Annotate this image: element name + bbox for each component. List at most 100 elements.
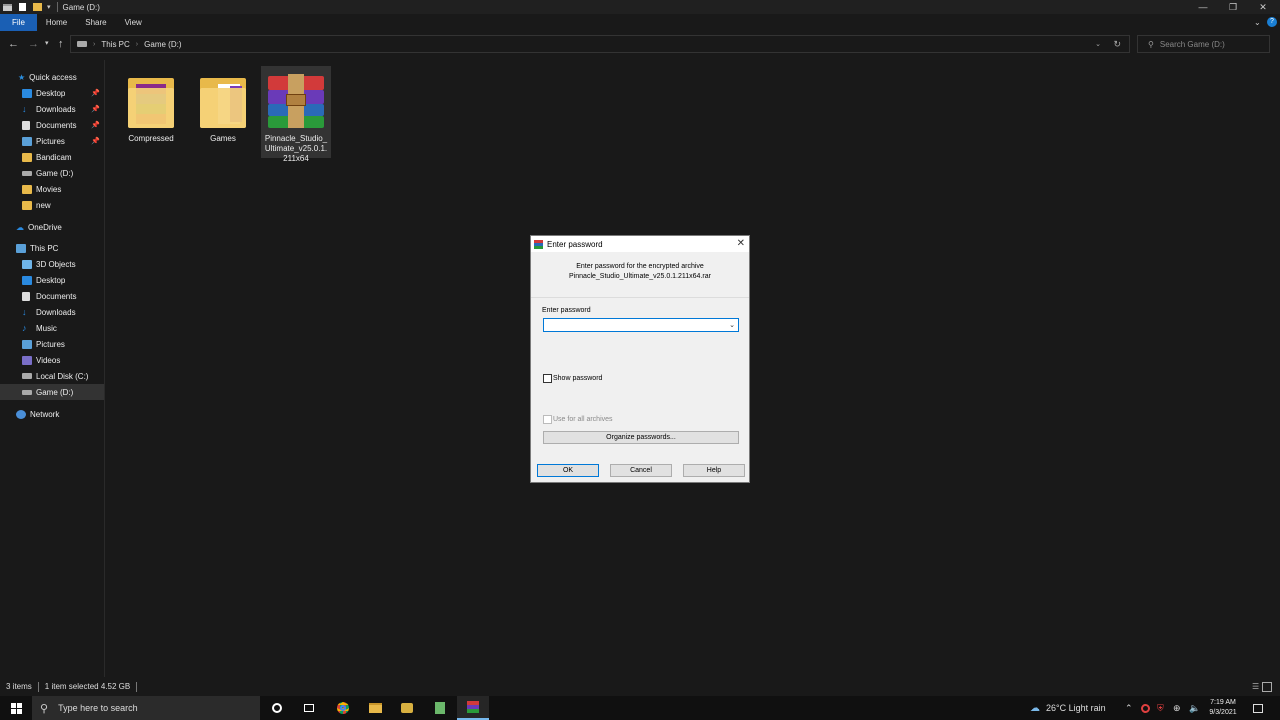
pin-icon[interactable]: 📌: [91, 105, 100, 113]
search-placeholder: Type here to search: [58, 703, 138, 713]
nav-new[interactable]: new: [0, 197, 104, 213]
drive-icon: [22, 373, 32, 379]
cortana-icon[interactable]: [261, 696, 293, 720]
nav-bandicam[interactable]: Bandicam: [0, 149, 104, 165]
address-bar[interactable]: › This PC › Game (D:) ⌄ ↻: [70, 35, 1130, 53]
file-name-line: 211x64: [283, 154, 309, 163]
help-button[interactable]: Help: [683, 464, 745, 477]
nav-movies[interactable]: Movies: [0, 181, 104, 197]
nav-downloads[interactable]: ↓ Downloads 📌: [0, 101, 104, 117]
dialog-message: Enter password for the encrypted archive…: [531, 262, 749, 282]
nav-pictures[interactable]: Pictures 📌: [0, 133, 104, 149]
dialog-close-icon[interactable]: ✕: [737, 238, 745, 249]
nav-network[interactable]: Network: [0, 406, 104, 422]
breadcrumb-game-d[interactable]: Game (D:): [144, 40, 181, 49]
password-input[interactable]: ⌄: [543, 318, 739, 332]
show-password-checkbox[interactable]: [543, 374, 552, 383]
volume-icon[interactable]: 🔈: [1189, 696, 1200, 720]
nav-videos[interactable]: Videos: [0, 352, 104, 368]
nav-game-d-quick[interactable]: Game (D:): [0, 165, 104, 181]
file-name: Games: [210, 134, 236, 143]
show-hidden-icons[interactable]: ⌃: [1125, 696, 1133, 720]
nav-label: OneDrive: [28, 222, 62, 232]
pin-icon[interactable]: 📌: [91, 137, 100, 145]
file-item-compressed[interactable]: Compressed: [116, 66, 186, 146]
weather-widget[interactable]: ☁ 26°C Light rain: [1030, 696, 1106, 720]
tab-home[interactable]: Home: [37, 14, 76, 31]
new-folder-icon[interactable]: [33, 3, 42, 11]
tab-view[interactable]: View: [116, 14, 151, 31]
taskbar-search[interactable]: ⚲ Type here to search: [32, 696, 260, 720]
network-tray-icon[interactable]: ⊕: [1173, 696, 1181, 720]
winrar-taskbar-icon[interactable]: [457, 696, 489, 720]
nav-pc-pictures[interactable]: Pictures: [0, 336, 104, 352]
record-icon[interactable]: [1141, 696, 1150, 720]
search-box[interactable]: ⚲ Search Game (D:): [1137, 35, 1270, 53]
minimize-button[interactable]: —: [1188, 0, 1218, 14]
properties-icon[interactable]: [19, 3, 26, 11]
pin-icon[interactable]: 📌: [91, 89, 100, 97]
start-button[interactable]: [0, 696, 32, 720]
nav-this-pc[interactable]: This PC: [0, 240, 104, 256]
file-explorer-icon[interactable]: [359, 696, 391, 720]
tab-share[interactable]: Share: [76, 14, 115, 31]
back-icon[interactable]: ←: [8, 38, 19, 50]
nav-desktop[interactable]: Desktop 📌: [0, 85, 104, 101]
app-icon[interactable]: [3, 3, 12, 11]
nav-documents[interactable]: Documents 📌: [0, 117, 104, 133]
refresh-icon[interactable]: ↻: [1113, 39, 1121, 50]
nav-label: Local Disk (C:): [36, 371, 89, 381]
title-bar: ▾ Game (D:) — ❐ ✕: [0, 0, 1280, 14]
navigation-pane: ★ Quick access Desktop 📌 ↓ Downloads 📌 Docu…: [0, 60, 105, 677]
ok-button[interactable]: OK: [537, 464, 599, 477]
nav-onedrive[interactable]: ☁ OneDrive: [0, 219, 104, 235]
close-button[interactable]: ✕: [1248, 0, 1278, 14]
nav-pc-downloads[interactable]: ↓ Downloads: [0, 304, 104, 320]
nav-label: Music: [36, 323, 57, 333]
desktop-icon: [22, 88, 32, 98]
use-for-all-checkbox: [543, 415, 552, 424]
quick-access-toolbar: ▾: [0, 0, 58, 14]
security-icon[interactable]: ⛨: [1157, 696, 1164, 720]
notifications-icon[interactable]: [1253, 696, 1263, 720]
nav-label: Downloads: [36, 307, 76, 317]
clock[interactable]: 7:19 AM 9/3/2021: [1200, 698, 1246, 718]
taskbar: ⚲ Type here to search ☁ 26°C Light rain …: [0, 696, 1280, 720]
organize-passwords-button[interactable]: Organize passwords...: [543, 431, 739, 444]
clock-date: 9/3/2021: [1209, 709, 1237, 716]
message-line: Enter password for the encrypted archive: [576, 263, 704, 270]
breadcrumb-this-pc[interactable]: This PC: [101, 40, 129, 49]
nav-music[interactable]: ♪ Music: [0, 320, 104, 336]
nav-pc-desktop[interactable]: Desktop: [0, 272, 104, 288]
nav-game-d[interactable]: Game (D:): [0, 384, 104, 400]
recent-locations-icon[interactable]: ▾: [45, 38, 49, 50]
nav-label: Downloads: [36, 104, 76, 114]
up-icon[interactable]: ↑: [58, 38, 64, 50]
expand-ribbon-icon[interactable]: ⌄: [1254, 18, 1261, 27]
nav-quick-access[interactable]: ★ Quick access: [0, 69, 104, 85]
nav-local-disk-c[interactable]: Local Disk (C:): [0, 368, 104, 384]
forward-icon[interactable]: →: [28, 38, 39, 50]
cancel-button[interactable]: Cancel: [610, 464, 672, 477]
nav-3d-objects[interactable]: 3D Objects: [0, 256, 104, 272]
nav-pc-documents[interactable]: Documents: [0, 288, 104, 304]
large-icons-view-icon[interactable]: [1262, 681, 1272, 692]
address-dropdown-icon[interactable]: ⌄: [1095, 40, 1101, 48]
file-item-pinnacle-rar[interactable]: Pinnacle_Studio_ Ultimate_v25.0.1. 211x6…: [261, 66, 331, 163]
help-icon[interactable]: ?: [1267, 17, 1277, 27]
media-player-icon[interactable]: [391, 696, 423, 720]
maximize-button[interactable]: ❐: [1218, 0, 1248, 14]
folder-icon: [128, 74, 174, 130]
selection-info: 1 item selected 4.52 GB: [44, 682, 131, 691]
chrome-icon[interactable]: [327, 696, 359, 720]
download-icon: ↓: [22, 307, 27, 317]
pin-icon[interactable]: 📌: [91, 121, 100, 129]
file-item-games[interactable]: Games: [188, 66, 258, 146]
chevron-down-icon[interactable]: ⌄: [729, 321, 735, 329]
dialog-title: Enter password: [547, 239, 603, 249]
tab-file[interactable]: File: [0, 14, 37, 31]
windows-icon: [10, 702, 22, 714]
task-view-icon[interactable]: [293, 696, 325, 720]
customize-qa-icon[interactable]: ▾: [47, 3, 51, 11]
notepad-icon[interactable]: [424, 696, 456, 720]
